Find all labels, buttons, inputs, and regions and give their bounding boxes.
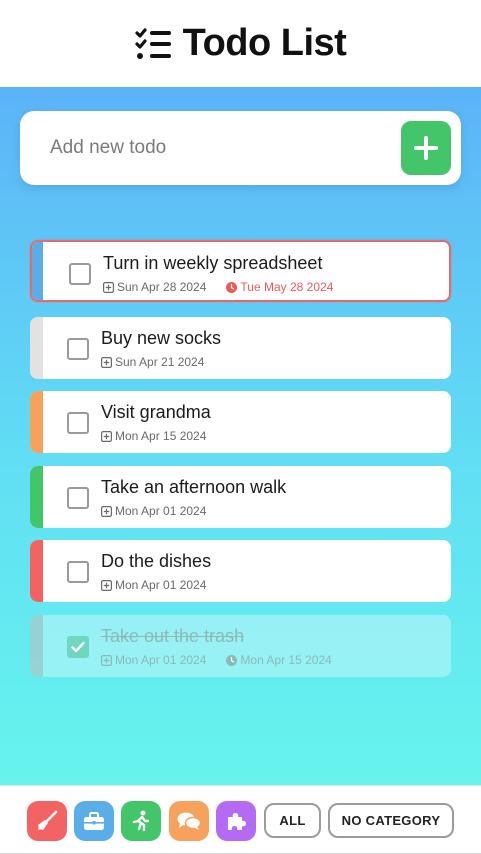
todo-checkbox-checked[interactable] [67,636,89,658]
clock-icon [226,654,238,666]
category-stripe [32,242,43,300]
calendar-add-icon [101,430,112,442]
todo-item[interactable]: Turn in weekly spreadsheet Sun Apr 28 20… [30,240,451,302]
category-stripe [30,391,43,453]
category-stripe [30,317,43,379]
todo-text: Buy new socks [101,328,222,348]
calendar-add-icon [101,579,112,591]
filter-social-button[interactable] [169,801,209,841]
filter-all-button[interactable]: ALL [264,803,321,838]
filter-exercise-button[interactable] [121,801,161,841]
todo-checkbox[interactable] [67,487,89,509]
add-todo-bar [20,111,461,185]
app-header: Todo List [0,0,481,87]
todo-meta: Mon Apr 01 2024 [101,578,206,592]
todo-text: Take out the trash [101,626,245,646]
created-date: Sun Apr 21 2024 [115,355,205,369]
puzzle-icon [228,812,247,830]
todo-item[interactable]: Buy new socks Sun Apr 21 2024 [30,317,451,379]
todo-item-completed[interactable]: Take out the trash Mon Apr 01 2024 Mon A… [30,615,451,677]
todo-text: Turn in weekly spreadsheet [103,253,323,273]
todo-text: Take an afternoon walk [101,477,287,497]
checkmark-icon [71,641,85,653]
todo-meta: Sun Apr 21 2024 [101,355,204,369]
category-filter-bar: ALL NO CATEGORY [0,785,481,854]
todo-meta: Mon Apr 15 2024 [101,429,206,443]
broom-icon [38,810,58,830]
filter-hobbies-button[interactable] [216,801,256,841]
todo-item[interactable]: Take an afternoon walk Mon Apr 01 2024 [30,466,451,528]
checklist-icon [135,27,171,59]
todo-meta: Mon Apr 01 2024 Mon Apr 15 2024 [101,653,332,667]
add-todo-button[interactable] [401,121,451,175]
category-stripe [30,615,43,677]
calendar-add-icon [101,654,112,666]
chat-bubbles-icon [177,812,201,830]
briefcase-icon [84,812,104,830]
todo-meta: Mon Apr 01 2024 [101,504,206,518]
created-date: Mon Apr 01 2024 [115,653,207,667]
todo-checkbox[interactable] [67,561,89,583]
calendar-add-icon [101,505,112,517]
todo-item[interactable]: Do the dishes Mon Apr 01 2024 [30,540,451,602]
created-date: Mon Apr 01 2024 [115,578,207,592]
due-date-group: Tue May 28 2024 [226,280,333,294]
due-date: Mon Apr 15 2024 [240,653,332,667]
filter-work-button[interactable] [74,801,114,841]
due-date-group: Mon Apr 15 2024 [226,653,332,667]
calendar-add-icon [101,356,112,368]
created-date: Mon Apr 15 2024 [115,429,207,443]
todo-checkbox[interactable] [67,412,89,434]
todo-text: Visit grandma [101,402,211,422]
calendar-add-icon [103,281,114,293]
todo-checkbox[interactable] [69,263,91,285]
created-date: Sun Apr 28 2024 [117,280,207,294]
filter-no-category-button[interactable]: NO CATEGORY [328,803,454,838]
running-icon [132,810,150,832]
main-content: Turn in weekly spreadsheet Sun Apr 28 20… [0,87,481,785]
created-date: Mon Apr 01 2024 [115,504,207,518]
todo-checkbox[interactable] [67,338,89,360]
filter-chores-button[interactable] [27,801,67,841]
todo-text: Do the dishes [101,551,212,571]
plus-icon [414,136,438,160]
todo-item[interactable]: Visit grandma Mon Apr 15 2024 [30,391,451,453]
due-date: Tue May 28 2024 [240,280,334,294]
add-todo-input[interactable] [50,111,390,185]
clock-icon [226,281,238,293]
category-stripe [30,466,43,528]
todo-meta: Sun Apr 28 2024 Tue May 28 2024 [103,280,333,294]
category-stripe [30,540,43,602]
page-title: Todo List [182,22,347,64]
